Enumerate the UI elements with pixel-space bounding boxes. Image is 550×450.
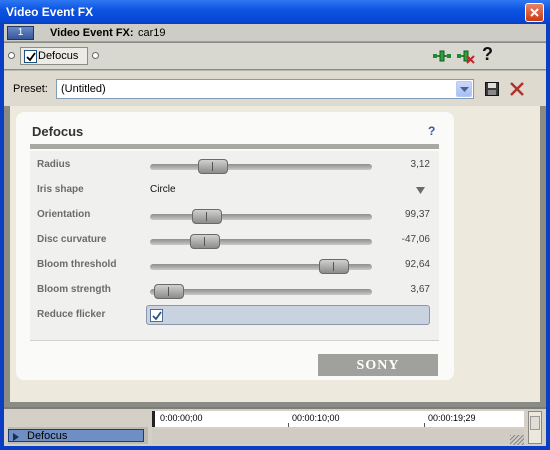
plugin-chain-button[interactable] bbox=[432, 48, 452, 67]
param-row-iris-shape: Iris shape Circle bbox=[30, 178, 439, 203]
preset-dropdown-button[interactable] bbox=[456, 81, 472, 97]
window-title: Video Event FX bbox=[6, 5, 94, 19]
delete-preset-icon bbox=[510, 82, 524, 96]
radius-slider[interactable] bbox=[150, 159, 372, 174]
slider-thumb[interactable] bbox=[319, 259, 349, 274]
slider-thumb[interactable] bbox=[192, 209, 222, 224]
slider-thumb[interactable] bbox=[154, 284, 184, 299]
param-value[interactable]: 99,37 bbox=[405, 209, 430, 220]
orientation-slider[interactable] bbox=[150, 209, 372, 224]
checkmark-icon bbox=[152, 311, 162, 321]
preset-value: (Untitled) bbox=[61, 83, 106, 95]
reduce-flicker-field[interactable] bbox=[146, 305, 430, 325]
bloom-strength-slider[interactable] bbox=[150, 284, 372, 299]
preset-label: Preset: bbox=[13, 83, 48, 95]
header-label: Video Event FX: bbox=[50, 27, 134, 39]
param-row-radius: Radius 3,12 bbox=[30, 153, 439, 178]
resize-grip[interactable] bbox=[510, 435, 524, 445]
brand-text: SONY bbox=[356, 358, 400, 373]
param-label: Disc curvature bbox=[37, 234, 107, 245]
plugin-content-area: Defocus ? Radius 3,12 Iris shape Circle … bbox=[10, 106, 540, 402]
param-label: Orientation bbox=[37, 209, 91, 220]
vertical-scrollbar[interactable] bbox=[528, 411, 542, 444]
fx-remove-icon bbox=[457, 50, 475, 64]
time-ruler[interactable]: 0:00:00;00 00:00:10;00 00:00:19;29 bbox=[152, 411, 524, 427]
param-row-bloom-threshold: Bloom threshold 92,64 bbox=[30, 253, 439, 278]
preset-dropdown[interactable]: (Untitled) bbox=[56, 79, 474, 99]
app-window: Video Event FX 1 Video Event FX: car19 D… bbox=[0, 0, 550, 450]
slider-thumb[interactable] bbox=[190, 234, 220, 249]
remove-plugin-button[interactable] bbox=[456, 48, 476, 67]
param-label: Iris shape bbox=[37, 184, 84, 195]
close-icon bbox=[530, 8, 539, 17]
track-list-header bbox=[8, 411, 148, 427]
track-row-defocus[interactable]: Defocus bbox=[8, 429, 144, 442]
timecode-label: 00:00:19;29 bbox=[428, 413, 476, 423]
param-row-disc-curvature: Disc curvature -47,06 bbox=[30, 228, 439, 253]
save-preset-button[interactable] bbox=[485, 82, 499, 99]
iris-shape-select[interactable]: Circle bbox=[150, 184, 176, 195]
slider-thumb[interactable] bbox=[198, 159, 228, 174]
sony-logo: SONY bbox=[318, 354, 438, 376]
track-number-badge: 1 bbox=[7, 26, 34, 40]
save-preset-icon bbox=[485, 82, 499, 96]
ruler-tick bbox=[288, 423, 289, 427]
plugin-chip-label: Defocus bbox=[38, 50, 79, 62]
help-icon: ? bbox=[482, 44, 493, 64]
param-value[interactable]: 92,64 bbox=[405, 259, 430, 270]
param-row-reduce-flicker: Reduce flicker bbox=[30, 303, 439, 328]
reduce-flicker-checkbox[interactable] bbox=[150, 309, 163, 322]
disc-curvature-slider[interactable] bbox=[150, 234, 372, 249]
chain-end-dot bbox=[92, 52, 99, 59]
checkmark-icon bbox=[26, 52, 36, 62]
expand-triangle-icon[interactable] bbox=[13, 433, 19, 441]
event-name: car19 bbox=[138, 27, 166, 39]
plugin-chip-defocus[interactable]: Defocus bbox=[20, 47, 88, 65]
timecode-label: 0:00:00;00 bbox=[160, 413, 203, 423]
track-row-label: Defocus bbox=[27, 430, 68, 442]
panel-divider bbox=[30, 144, 439, 149]
param-value[interactable]: 3,12 bbox=[411, 159, 430, 170]
dropdown-arrow-icon bbox=[460, 87, 469, 92]
defocus-panel: Defocus ? Radius 3,12 Iris shape Circle … bbox=[16, 112, 454, 380]
ruler-tick bbox=[424, 423, 425, 427]
preset-bar: Preset: (Untitled) bbox=[4, 70, 546, 106]
keyframe-lane[interactable] bbox=[152, 429, 524, 444]
param-label: Reduce flicker bbox=[37, 309, 106, 320]
keyframe-timeline: Defocus 0:00:00;00 00:00:10;00 00:00:19;… bbox=[4, 407, 546, 446]
playhead-cursor[interactable] bbox=[152, 411, 155, 427]
param-row-bloom-strength: Bloom strength 3,67 bbox=[30, 278, 439, 303]
scrollbar-thumb[interactable] bbox=[530, 416, 540, 430]
fx-plugin-chain-icon bbox=[433, 50, 451, 62]
event-header: 1 Video Event FX: car19 bbox=[4, 24, 546, 42]
parameter-list: Radius 3,12 Iris shape Circle Orientatio… bbox=[30, 151, 439, 341]
param-row-orientation: Orientation 99,37 bbox=[30, 203, 439, 228]
param-label: Bloom strength bbox=[37, 284, 111, 295]
plugin-chain-bar: Defocus ? bbox=[4, 43, 546, 69]
title-bar[interactable]: Video Event FX bbox=[0, 0, 550, 24]
plugin-enable-checkbox[interactable] bbox=[24, 50, 37, 63]
param-label: Bloom threshold bbox=[37, 259, 117, 270]
timecode-label: 00:00:10;00 bbox=[292, 413, 340, 423]
dropdown-arrow-icon[interactable] bbox=[416, 187, 425, 194]
param-value[interactable]: 3,67 bbox=[411, 284, 430, 295]
param-value[interactable]: -47,06 bbox=[402, 234, 430, 245]
delete-preset-button[interactable] bbox=[510, 82, 524, 99]
param-label: Radius bbox=[37, 159, 71, 170]
client-area: 1 Video Event FX: car19 Defocus ? Preset… bbox=[4, 24, 546, 446]
chain-start-dot bbox=[8, 52, 15, 59]
close-button[interactable] bbox=[525, 3, 544, 22]
panel-title: Defocus bbox=[32, 124, 84, 139]
help-button[interactable]: ? bbox=[482, 44, 493, 65]
panel-help-link[interactable]: ? bbox=[428, 124, 435, 138]
bloom-threshold-slider[interactable] bbox=[150, 259, 372, 274]
